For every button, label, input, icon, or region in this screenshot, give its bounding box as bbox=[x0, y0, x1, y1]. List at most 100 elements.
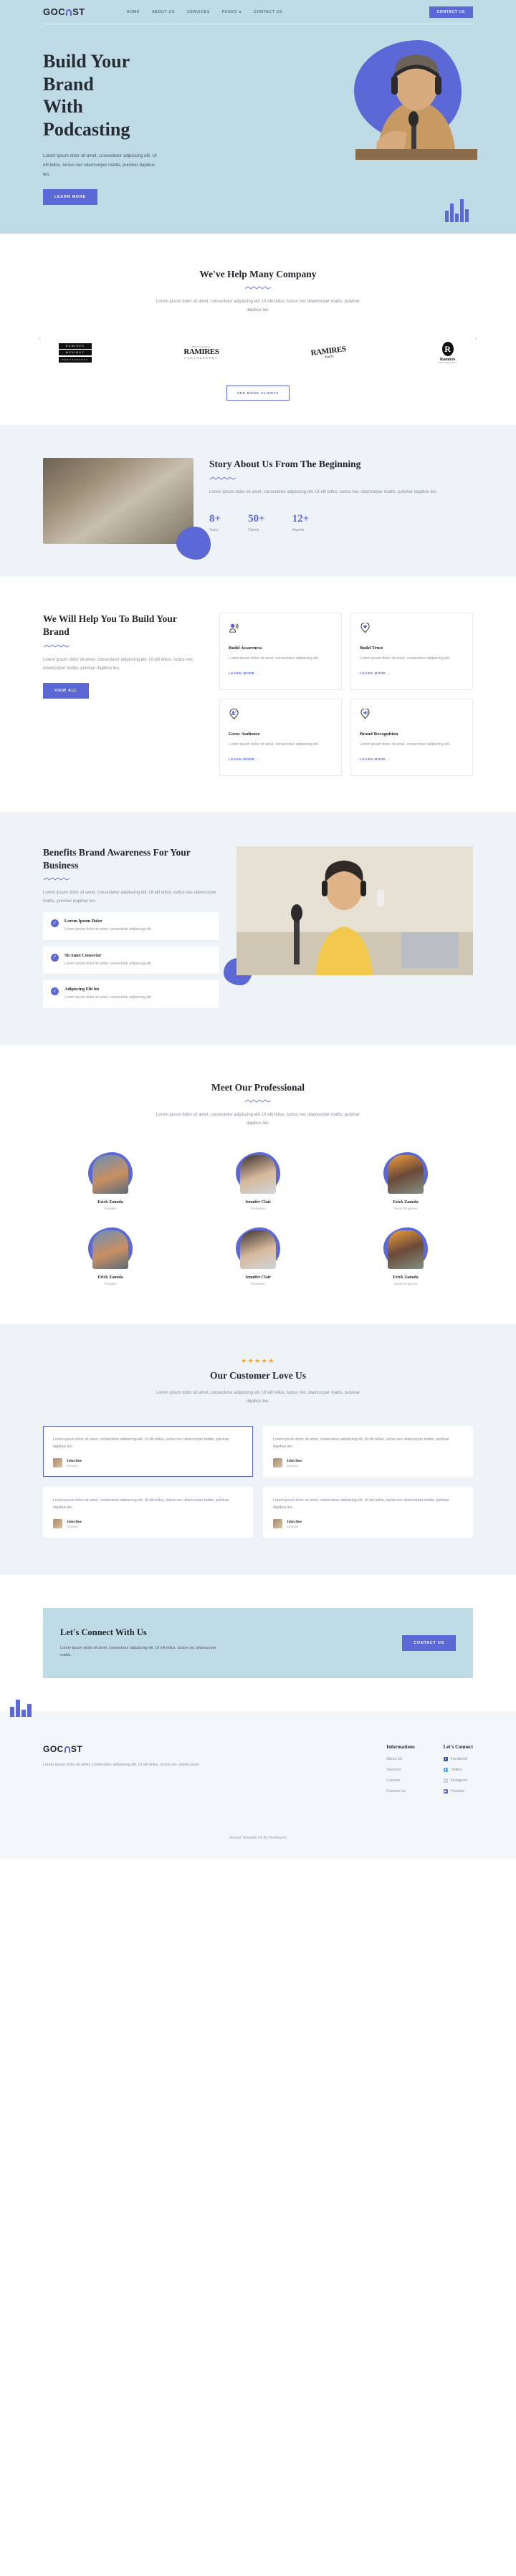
hero-paragraph: Lorem ipsum dolor sit amet, consectetur … bbox=[43, 153, 157, 177]
team-title: Meet Our Professional bbox=[211, 1081, 305, 1093]
megaphone-icon bbox=[360, 708, 370, 719]
clients-paragraph: Lorem ipsum dolor sit amet, consectetur … bbox=[156, 300, 360, 313]
nav-item-home-label: HOME bbox=[126, 9, 140, 14]
card-build-awareness-text: Lorem ipsum dolor sit amet, consectetur … bbox=[229, 656, 320, 661]
benefits-text-block: Benefits Brand Awareness For Your Busine… bbox=[43, 846, 219, 1008]
squiggle-icon bbox=[209, 477, 236, 480]
testimonials-grid: Lorem ipsum dolor sit amet, consectetur … bbox=[43, 1425, 473, 1538]
nav-contact-button[interactable]: CONTACT US bbox=[429, 6, 473, 18]
speaking-person-icon bbox=[229, 624, 239, 633]
team-member-1-name: Erick Zamola bbox=[97, 1200, 123, 1205]
nav-item-services-label: SERVICES bbox=[187, 9, 210, 14]
card-grow-audience-link[interactable]: LEARN MORE → bbox=[229, 757, 260, 761]
card-build-awareness[interactable]: Build Awareness Lorem ipsum dolor sit am… bbox=[219, 613, 342, 691]
nav-item-about-us[interactable]: ABOUT US bbox=[152, 10, 175, 14]
twitter-icon: t bbox=[443, 1767, 448, 1772]
client-logo-1-line-2: MCKINCY bbox=[59, 350, 92, 356]
client-logo-4-mark: R bbox=[441, 342, 454, 357]
nav-item-services[interactable]: SERVICES bbox=[187, 10, 210, 14]
testimonial-card-2-author: John Doe Designer bbox=[273, 1458, 463, 1468]
logo-text-right: ST bbox=[72, 6, 85, 17]
footer-link-careers-label: Careers bbox=[386, 1778, 401, 1783]
card-build-awareness-link[interactable]: LEARN MORE → bbox=[229, 671, 260, 675]
card-grow-audience[interactable]: Grow Audience Lorem ipsum dolor sit amet… bbox=[219, 699, 342, 777]
client-logo-4: R Ramires PHOTOGRAPHY bbox=[438, 342, 457, 364]
benefit-item-1[interactable]: ✓ Lorem Ipsum Dolor Lorem ipsum dolor si… bbox=[43, 912, 219, 940]
hero-learn-more-button[interactable]: LEARN MORE bbox=[43, 188, 97, 205]
benefit-item-3[interactable]: ✓ Adipiscing Elit leo Lorem ipsum dolor … bbox=[43, 980, 219, 1008]
member-blob-shape bbox=[383, 1227, 428, 1270]
card-build-trust-link[interactable]: LEARN MORE → bbox=[360, 671, 391, 675]
hero-title-line-2: Brand bbox=[43, 73, 94, 95]
benefit-item-2-text: Lorem ipsum dolor sit amet, consectetur … bbox=[64, 961, 152, 966]
card-build-trust[interactable]: Build Trust Lorem ipsum dolor sit amet, … bbox=[350, 613, 473, 691]
logo-arch-icon bbox=[64, 1746, 70, 1753]
carousel-prev-icon[interactable]: ‹ bbox=[39, 335, 41, 343]
client-logo-2-big: RAMIRES bbox=[183, 348, 219, 357]
team-member-3[interactable]: Erick Zamola Sound Engineer bbox=[338, 1152, 473, 1210]
view-all-button[interactable]: VIEW ALL bbox=[43, 682, 89, 699]
card-brand-recognition-link[interactable]: LEARN MORE → bbox=[360, 757, 391, 761]
stat-years-label: Years bbox=[209, 528, 219, 533]
footer-link-careers[interactable]: Careers bbox=[386, 1778, 414, 1783]
benefit-item-3-title: Adipiscing Elit leo bbox=[64, 987, 100, 992]
squiggle-icon bbox=[244, 286, 272, 289]
cta-section: Let's Connect With Us Lorem ipsum dolor … bbox=[0, 1575, 516, 1711]
nav-item-contact-us[interactable]: CONTACT US bbox=[254, 10, 282, 14]
story-stats: 8+ Years 50+ Clients 12+ Awards bbox=[209, 514, 473, 533]
footer-informations-title: Informations bbox=[386, 1743, 415, 1750]
footer-social-facebook[interactable]: f Facebook bbox=[443, 1756, 473, 1761]
footer-copyright: Gocast Template Kit By Rootlayers bbox=[229, 1835, 287, 1840]
team-paragraph: Lorem ipsum dolor sit amet, consectetur … bbox=[156, 1113, 360, 1126]
footer-about-text: Lorem ipsum dolor sit amet, consectetur … bbox=[43, 1762, 200, 1767]
team-member-5[interactable]: Jennifer Clair Podcaster bbox=[191, 1227, 325, 1285]
site-footer: GOC ST Lorem ipsum dolor sit amet, consec… bbox=[0, 1699, 516, 1859]
testimonial-card-4-role: Designer bbox=[287, 1524, 299, 1528]
cta-paragraph: Lorem ipsum dolor sit amet, consectetur … bbox=[60, 1645, 216, 1658]
team-member-6[interactable]: Erick Zamola Sound Engineer bbox=[338, 1227, 473, 1285]
footer-social-youtube[interactable]: ▶ Youtube bbox=[443, 1789, 473, 1794]
testimonial-card-4[interactable]: Lorem ipsum dolor sit amet, consectetur … bbox=[263, 1487, 473, 1538]
story-title: Story About Us From The Beginning bbox=[209, 459, 361, 470]
testimonial-card-1-name: John Doe bbox=[67, 1458, 82, 1463]
story-divider bbox=[209, 476, 473, 482]
help-title: We Will Help You To Build Your Brand bbox=[43, 613, 177, 638]
benefit-item-2-title: Sit Amet Consectur bbox=[64, 952, 102, 958]
benefit-item-1-title: Lorem Ipsum Dolor bbox=[64, 919, 102, 924]
member-blob-shape bbox=[88, 1227, 133, 1270]
footer-equalizer-decoration bbox=[10, 1699, 32, 1717]
cta-contact-button[interactable]: CONTACT US bbox=[402, 1635, 456, 1652]
testimonial-card-1[interactable]: Lorem ipsum dolor sit amet, consectetur … bbox=[43, 1425, 253, 1478]
footer-link-about-us[interactable]: About Us bbox=[386, 1757, 414, 1761]
site-logo[interactable]: GOC ST bbox=[43, 6, 85, 17]
heart-pin-icon bbox=[360, 622, 370, 633]
footer-social-twitter[interactable]: t Twitter bbox=[443, 1767, 473, 1772]
team-member-1[interactable]: Erick Zamola Founder bbox=[43, 1152, 178, 1210]
stat-awards: 12+ Awards bbox=[292, 514, 310, 533]
nav-item-pages[interactable]: PAGES bbox=[222, 10, 242, 14]
cta-banner: Let's Connect With Us Lorem ipsum dolor … bbox=[43, 1608, 473, 1678]
benefit-item-2[interactable]: ✓ Sit Amet Consectur Lorem ipsum dolor s… bbox=[43, 946, 219, 975]
hero-title-line-4: Podcasting bbox=[43, 119, 130, 140]
see-more-clients-button[interactable]: SEE MORE CLIENTS bbox=[226, 386, 290, 401]
footer-link-contact-us[interactable]: Contact Us bbox=[386, 1789, 414, 1794]
hero-image bbox=[269, 34, 477, 160]
testimonial-card-3[interactable]: Lorem ipsum dolor sit amet, consectetur … bbox=[43, 1487, 253, 1538]
carousel-next-icon[interactable]: › bbox=[475, 335, 477, 343]
benefits-section: Benefits Brand Awareness For Your Busine… bbox=[0, 812, 516, 1045]
benefit-item-3-text: Lorem ipsum dolor sit amet, consectetur … bbox=[64, 995, 152, 1000]
testimonial-card-1-author: John Doe Designer bbox=[53, 1458, 243, 1468]
team-member-2[interactable]: Jennifer Clair Podcaster bbox=[191, 1152, 325, 1210]
footer-about: GOC ST Lorem ipsum dolor sit amet, consec… bbox=[43, 1744, 201, 1800]
footer-social-instagram[interactable]: ◎ Instagram bbox=[443, 1778, 473, 1783]
card-brand-recognition[interactable]: Brand Recognition Lorem ipsum dolor sit … bbox=[350, 699, 473, 777]
footer-logo[interactable]: GOC ST bbox=[43, 1744, 201, 1754]
team-member-4[interactable]: Erick Zamola Founder bbox=[43, 1227, 178, 1285]
nav-item-home[interactable]: HOME bbox=[127, 10, 140, 14]
testimonial-card-2[interactable]: Lorem ipsum dolor sit amet, consectetur … bbox=[263, 1425, 473, 1478]
clients-title: We've Help Many Company bbox=[199, 268, 317, 279]
testimonials-section: ★★★★★ Our Customer Love Us Lorem ipsum d… bbox=[0, 1324, 516, 1576]
stat-awards-label: Awards bbox=[292, 528, 305, 533]
footer-link-services[interactable]: Services bbox=[386, 1768, 414, 1772]
client-logo-1: RAMIRES MCKINCY PHOTOGRAPHY bbox=[59, 343, 92, 364]
